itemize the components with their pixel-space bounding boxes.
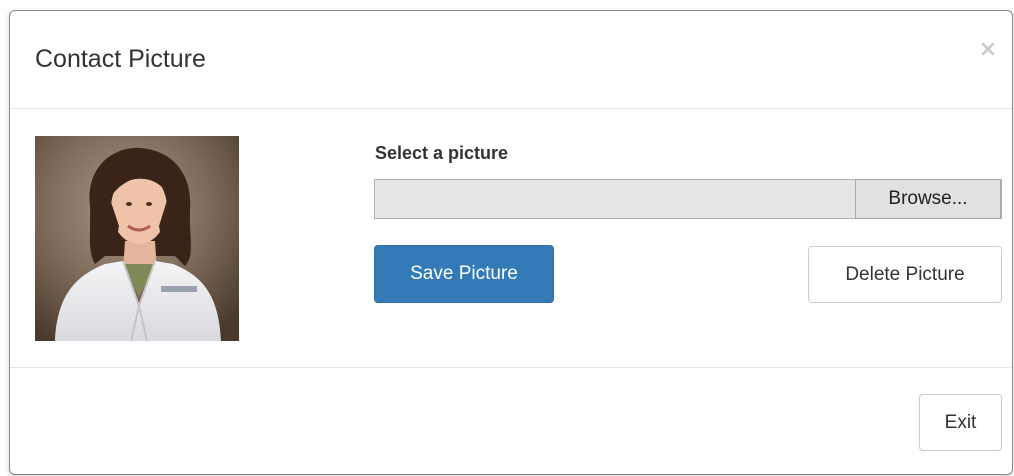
delete-picture-button[interactable]: Delete Picture (808, 246, 1002, 303)
contact-photo (35, 136, 239, 341)
browse-button[interactable]: Browse... (855, 179, 1001, 219)
contact-picture-modal: Contact Picture × Select a picture Brows… (9, 10, 1013, 475)
modal-header: Contact Picture × (10, 11, 1012, 109)
save-picture-button[interactable]: Save Picture (374, 245, 554, 303)
file-input[interactable]: Browse... (374, 179, 1002, 219)
select-picture-label: Select a picture (375, 143, 509, 163)
close-icon[interactable]: × (977, 39, 999, 61)
modal-footer (10, 367, 1012, 476)
contact-photo-image (35, 136, 239, 341)
exit-button[interactable]: Exit (919, 394, 1002, 451)
modal-title: Contact Picture (35, 45, 206, 73)
